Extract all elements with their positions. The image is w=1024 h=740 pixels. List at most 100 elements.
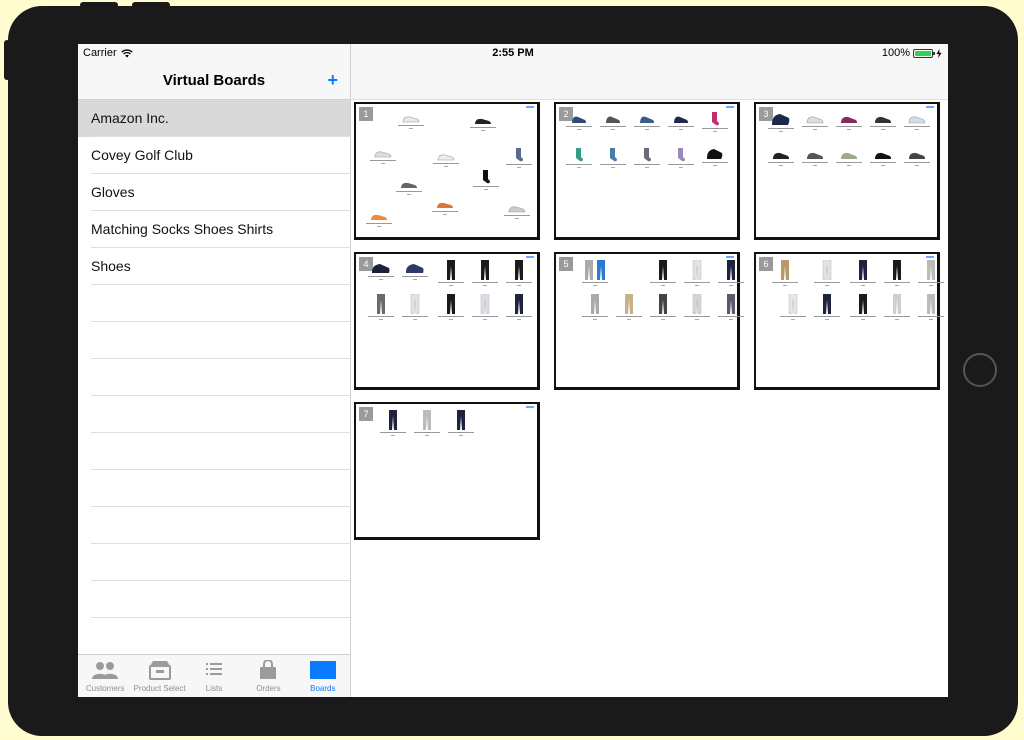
product-item [470,260,500,286]
board-edit-indicator [926,106,934,108]
charging-icon [936,48,942,58]
product-item [716,294,746,320]
tab-lists[interactable]: Lists [187,655,241,697]
list-item[interactable]: Shoes [78,248,350,285]
product-item [614,294,644,320]
board-number-badge: 1 [359,107,373,121]
orders-icon [260,660,277,679]
product-item [770,260,800,286]
master-pane: Virtual Boards + Amazon Inc. Covey Golf … [78,44,351,697]
product-item [598,114,628,130]
product-item [502,204,532,219]
product-item [682,260,712,286]
list-item[interactable]: Gloves [78,174,350,211]
pants-icon [659,294,667,314]
product-item [868,150,898,166]
pants-icon [591,294,599,314]
list-item[interactable]: Matching Socks Shoes Shirts [78,211,350,248]
sneaker-icon [841,152,857,159]
product-item [436,294,466,320]
product-item [648,260,678,286]
sock-icon [610,148,617,162]
sneaker-icon [875,152,891,159]
product-item [368,149,398,164]
tab-customers[interactable]: Customers [78,655,132,697]
sock-icon [516,148,523,162]
home-button[interactable] [963,353,997,387]
sneaker-icon [374,151,392,158]
tab-orders[interactable]: Orders [241,655,295,697]
sneaker-icon [372,264,390,273]
board-thumbnail[interactable]: 2 [554,102,740,240]
board-number-badge: 5 [559,257,573,271]
product-item [504,260,534,286]
sneaker-icon [402,116,420,123]
board-thumbnail[interactable]: 4 [354,252,540,390]
pants-icon [625,294,633,314]
product-item [868,114,898,130]
sneaker-icon [841,116,857,123]
pants-icon [515,294,523,314]
product-item [800,114,830,130]
product-item [436,260,466,286]
pants-icon [377,294,385,314]
pants-icon [447,260,455,280]
product-item [632,148,662,168]
pants-icon [788,294,798,314]
pants-icon [727,260,735,280]
product-item [916,294,946,320]
product-item [412,410,442,436]
pants-icon [822,260,832,280]
sneaker-icon [437,202,453,208]
board-thumbnail[interactable]: 1 [354,102,540,240]
product-item [504,294,534,320]
board-thumbnail[interactable]: 5 [554,252,744,390]
add-board-button[interactable]: + [327,70,338,91]
tab-bar: Customers Product Select Lists Orders Bo… [78,654,350,697]
empty-row [78,470,350,507]
pants-icon [515,260,523,280]
board-thumbnail[interactable]: 3 [754,102,940,240]
empty-row [78,618,350,655]
product-item [700,112,730,132]
board-edit-indicator [726,256,734,258]
pants-icon [659,260,667,280]
board-thumbnail[interactable]: 7 [354,402,540,540]
pants-icon [480,294,490,314]
product-item [834,114,864,130]
pants-icon [423,410,431,430]
sneaker-icon [909,152,925,159]
tab-product-select[interactable]: Product Select [132,655,186,697]
battery-percent: 100% [881,47,910,59]
sock-icon [644,148,651,162]
sneaker-icon [401,182,417,188]
detail-pane: 1 2 3 4 5 6 7 [351,44,948,697]
product-item [902,114,932,130]
tab-boards[interactable]: Boards [296,655,350,697]
pants-icon [457,410,465,430]
sneaker-icon [508,206,526,213]
product-item [431,152,461,167]
list-item[interactable]: Covey Golf Club [78,137,350,174]
sneaker-icon [572,116,586,123]
sneaker-icon [707,149,723,159]
sock-icon [678,148,685,162]
product-item [716,260,746,286]
board-thumbnail[interactable]: 6 [754,252,944,390]
empty-row [78,544,350,581]
product-item [902,150,932,166]
sneaker-icon [772,114,790,125]
status-time: 2:55 PM [492,47,534,59]
board-edit-indicator [926,256,934,258]
sneaker-icon [674,116,688,123]
product-item [504,148,534,168]
pants-icon [410,294,420,314]
empty-row [78,322,350,359]
product-item [471,170,501,190]
pants-icon [859,294,867,314]
pants-icon [447,294,455,314]
product-item [400,294,430,320]
pants-icon [481,260,489,280]
product-item [366,294,396,320]
list-item[interactable]: Amazon Inc. [78,100,350,137]
